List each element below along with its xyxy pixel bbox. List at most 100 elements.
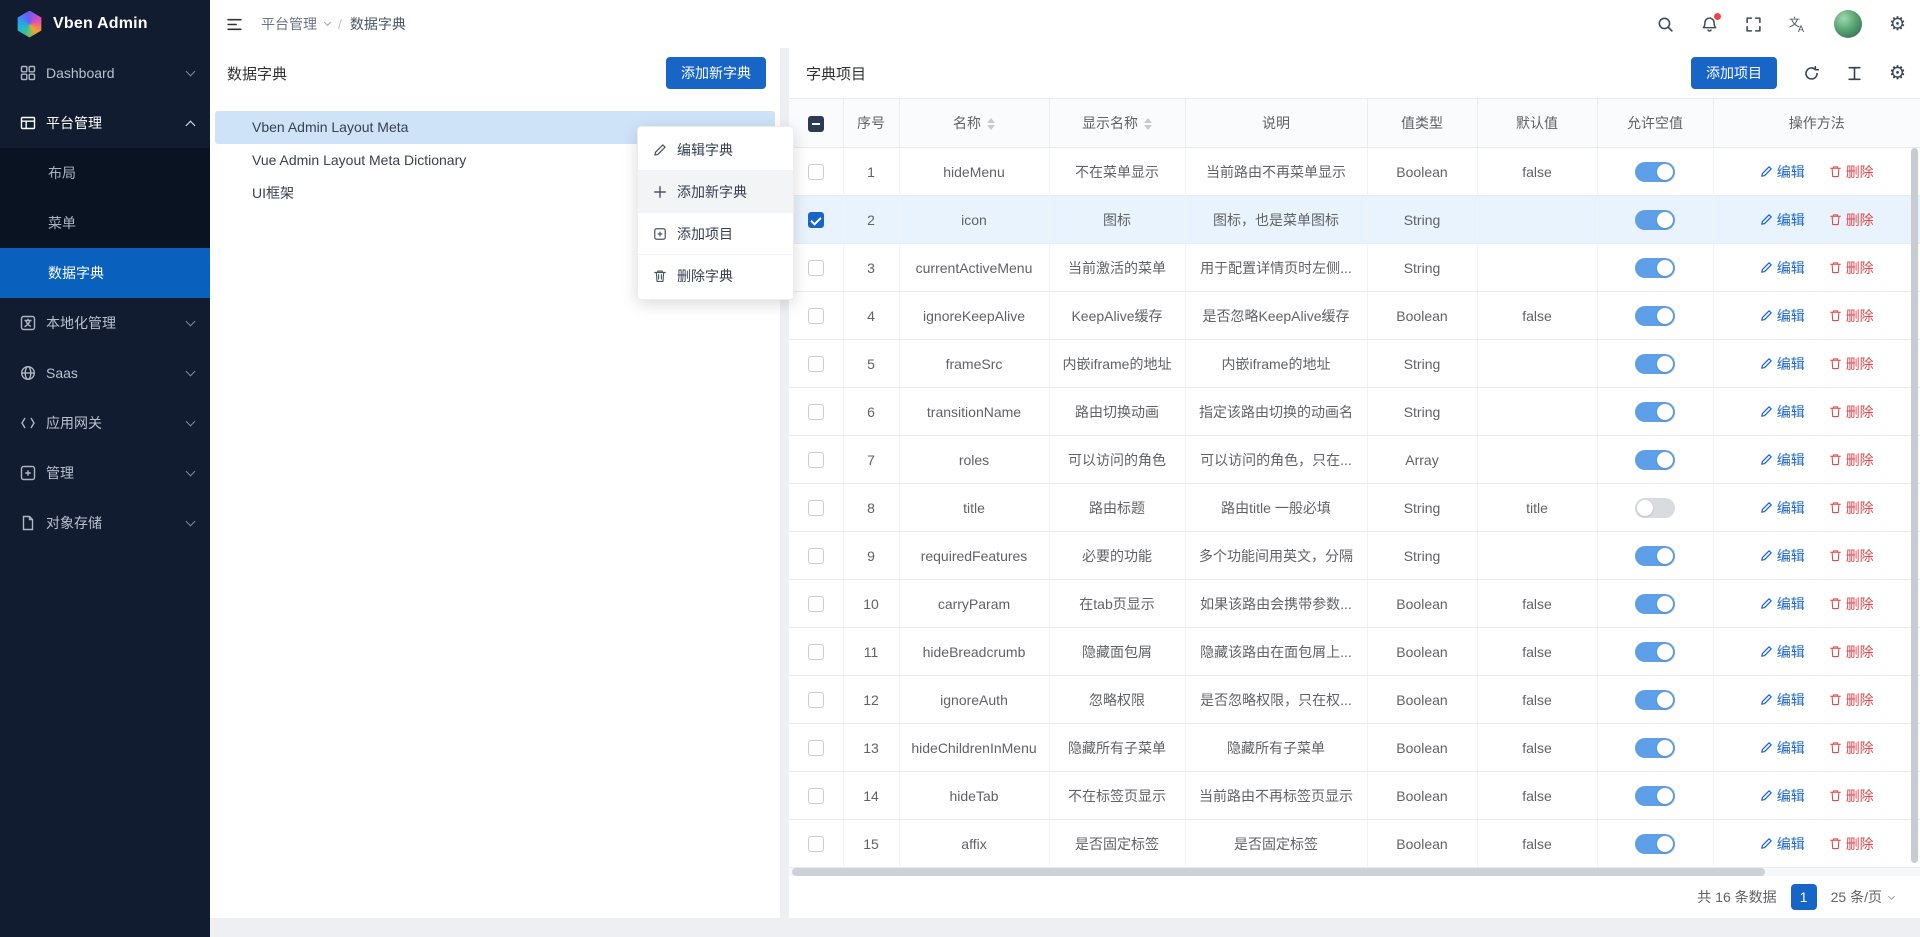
app-logo[interactable]: Vben Admin: [0, 0, 210, 48]
search-icon[interactable]: [1657, 16, 1674, 33]
allow-null-toggle[interactable]: [1635, 834, 1675, 854]
edit-button[interactable]: 编辑: [1760, 738, 1805, 758]
select-all-checkbox[interactable]: [808, 116, 824, 132]
edit-button[interactable]: 编辑: [1760, 642, 1805, 662]
edit-button[interactable]: 编辑: [1760, 690, 1805, 710]
delete-button[interactable]: 删除: [1829, 498, 1874, 518]
breadcrumb-parent[interactable]: 平台管理: [261, 14, 317, 34]
avatar[interactable]: [1834, 10, 1862, 38]
horizontal-scrollbar[interactable]: [789, 868, 1920, 876]
notification-bell-icon[interactable]: [1701, 16, 1718, 33]
sidebar-item-dashboard[interactable]: Dashboard: [0, 48, 210, 98]
dictionary-items-panel: 字典项目 添加项目 ⚙: [789, 48, 1920, 918]
allow-null-toggle[interactable]: [1635, 162, 1675, 182]
allow-null-toggle[interactable]: [1635, 258, 1675, 278]
allow-null-toggle[interactable]: [1635, 690, 1675, 710]
row-checkbox[interactable]: [808, 740, 824, 756]
page-size-select[interactable]: 25 条/页: [1831, 887, 1894, 907]
allow-null-toggle[interactable]: [1635, 450, 1675, 470]
delete-button[interactable]: 删除: [1829, 258, 1874, 278]
sidebar-item-app-gateway[interactable]: 应用网关: [0, 398, 210, 448]
context-menu-add-item[interactable]: 添加项目: [638, 213, 793, 255]
sidebar-item-menu[interactable]: 菜单: [0, 198, 210, 248]
allow-null-toggle[interactable]: [1635, 498, 1675, 518]
cell-allow-null: [1597, 196, 1713, 244]
edit-button[interactable]: 编辑: [1760, 594, 1805, 614]
edit-button[interactable]: 编辑: [1760, 210, 1805, 230]
trash-icon: [1829, 597, 1842, 610]
edit-button[interactable]: 编辑: [1760, 402, 1805, 422]
row-checkbox[interactable]: [808, 788, 824, 804]
delete-button[interactable]: 删除: [1829, 594, 1874, 614]
page-button-1[interactable]: 1: [1791, 884, 1817, 910]
edit-button[interactable]: 编辑: [1760, 546, 1805, 566]
allow-null-toggle[interactable]: [1635, 354, 1675, 374]
edit-button[interactable]: 编辑: [1760, 498, 1805, 518]
sidebar-item-saas[interactable]: Saas: [0, 348, 210, 398]
edit-button[interactable]: 编辑: [1760, 162, 1805, 182]
delete-button[interactable]: 删除: [1829, 546, 1874, 566]
row-checkbox[interactable]: [808, 404, 824, 420]
row-checkbox[interactable]: [808, 212, 824, 228]
delete-button[interactable]: 删除: [1829, 354, 1874, 374]
settings-gear-icon[interactable]: ⚙: [1889, 64, 1906, 83]
sidebar-item-layout[interactable]: 布局: [0, 148, 210, 198]
sidebar-item-object-storage[interactable]: 对象存储: [0, 498, 210, 548]
row-checkbox[interactable]: [808, 644, 824, 660]
row-checkbox[interactable]: [808, 692, 824, 708]
allow-null-toggle[interactable]: [1635, 738, 1675, 758]
row-checkbox[interactable]: [808, 164, 824, 180]
sidebar-item-management[interactable]: 管理: [0, 448, 210, 498]
edit-button[interactable]: 编辑: [1760, 786, 1805, 806]
edit-button[interactable]: 编辑: [1760, 834, 1805, 854]
sidebar-item-data-dictionary[interactable]: 数据字典: [0, 248, 210, 298]
sidebar-item-platform-management[interactable]: 平台管理: [0, 98, 210, 148]
row-checkbox[interactable]: [808, 452, 824, 468]
row-checkbox[interactable]: [808, 500, 824, 516]
sidebar-item-localization[interactable]: 本地化管理: [0, 298, 210, 348]
sort-icon[interactable]: [1144, 118, 1152, 130]
delete-button[interactable]: 删除: [1829, 450, 1874, 470]
edit-button[interactable]: 编辑: [1760, 450, 1805, 470]
row-checkbox[interactable]: [808, 260, 824, 276]
row-checkbox[interactable]: [808, 356, 824, 372]
delete-button[interactable]: 删除: [1829, 162, 1874, 182]
allow-null-toggle[interactable]: [1635, 546, 1675, 566]
translate-icon[interactable]: 文A: [1789, 15, 1807, 33]
sort-icon[interactable]: [987, 118, 995, 130]
delete-button[interactable]: 删除: [1829, 210, 1874, 230]
menu-collapse-icon[interactable]: [226, 16, 243, 33]
context-menu-add-dictionary[interactable]: 添加新字典: [638, 171, 793, 213]
allow-null-toggle[interactable]: [1635, 210, 1675, 230]
delete-button[interactable]: 删除: [1829, 306, 1874, 326]
allow-null-toggle[interactable]: [1635, 786, 1675, 806]
fullscreen-icon[interactable]: [1745, 16, 1762, 33]
delete-button[interactable]: 删除: [1829, 834, 1874, 854]
row-checkbox[interactable]: [808, 308, 824, 324]
delete-button[interactable]: 删除: [1829, 642, 1874, 662]
column-height-icon[interactable]: [1846, 65, 1863, 82]
delete-button[interactable]: 删除: [1829, 402, 1874, 422]
allow-null-toggle[interactable]: [1635, 594, 1675, 614]
delete-button[interactable]: 删除: [1829, 786, 1874, 806]
edit-button[interactable]: 编辑: [1760, 306, 1805, 326]
cell-description: 多个功能间用英文，分隔: [1185, 532, 1367, 580]
delete-button[interactable]: 删除: [1829, 690, 1874, 710]
add-dictionary-button[interactable]: 添加新字典: [666, 57, 766, 89]
allow-null-toggle[interactable]: [1635, 642, 1675, 662]
refresh-icon[interactable]: [1803, 65, 1820, 82]
edit-button[interactable]: 编辑: [1760, 354, 1805, 374]
settings-gear-icon[interactable]: ⚙: [1889, 15, 1906, 34]
context-menu-edit-dictionary[interactable]: 编辑字典: [638, 129, 793, 171]
context-menu-delete-dictionary[interactable]: 删除字典: [638, 255, 793, 297]
allow-null-toggle[interactable]: [1635, 402, 1675, 422]
row-checkbox[interactable]: [808, 596, 824, 612]
scrollbar-thumb[interactable]: [792, 868, 1765, 876]
vertical-scrollbar[interactable]: [1911, 148, 1918, 863]
edit-button[interactable]: 编辑: [1760, 258, 1805, 278]
row-checkbox[interactable]: [808, 836, 824, 852]
delete-button[interactable]: 删除: [1829, 738, 1874, 758]
allow-null-toggle[interactable]: [1635, 306, 1675, 326]
row-checkbox[interactable]: [808, 548, 824, 564]
add-item-button[interactable]: 添加项目: [1691, 57, 1777, 89]
